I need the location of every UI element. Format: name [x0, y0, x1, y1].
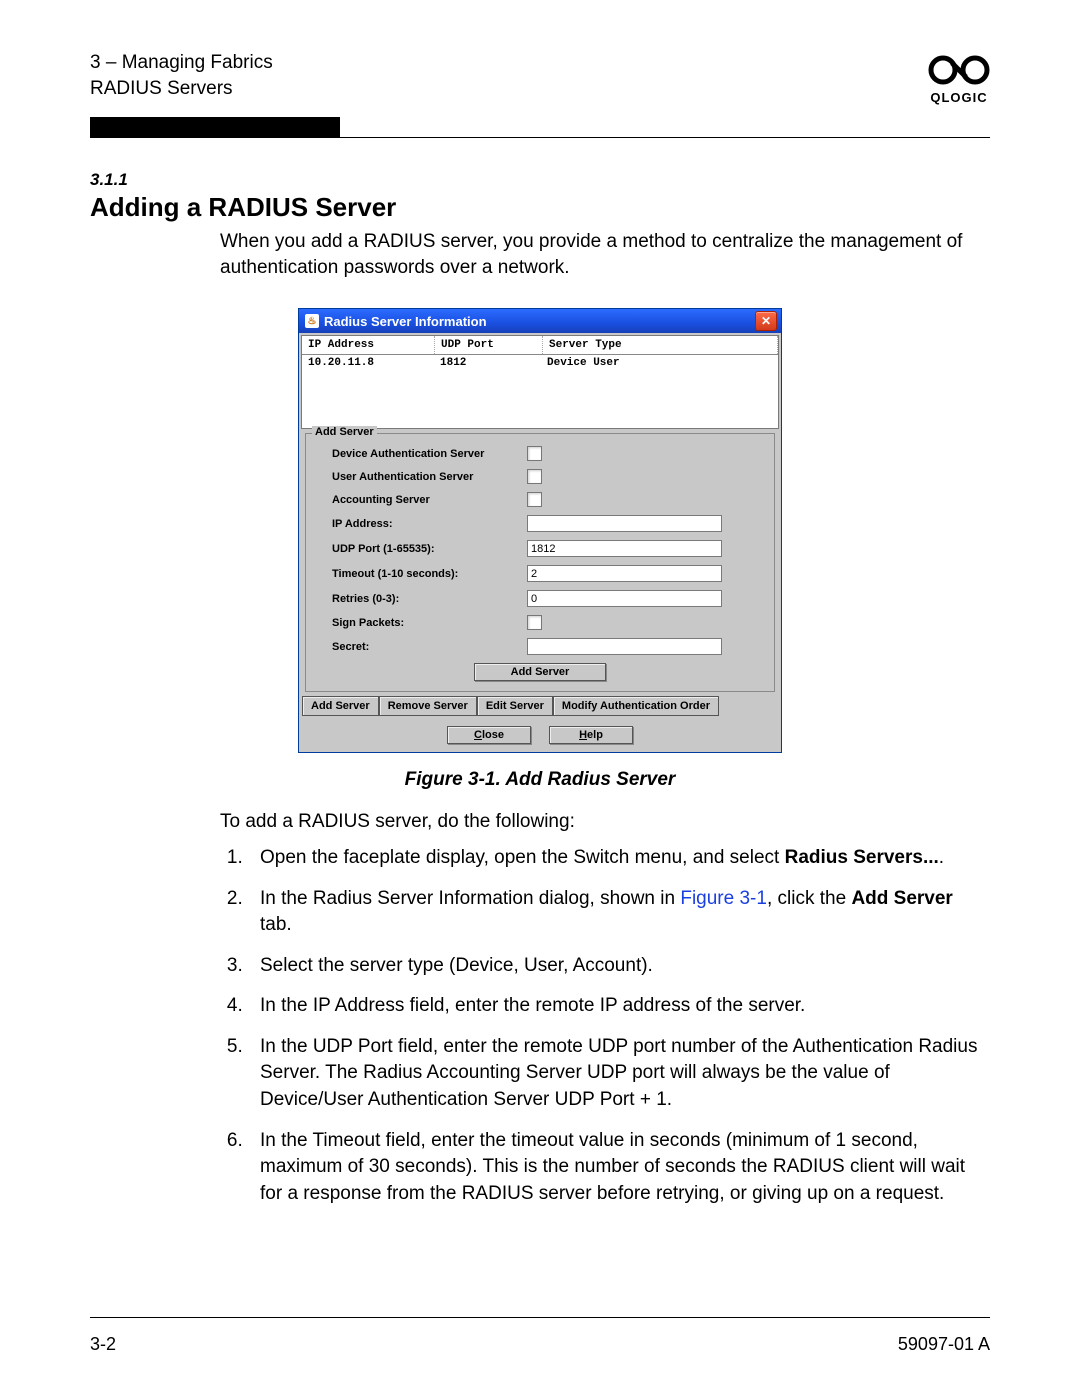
header-black-bar: [90, 117, 340, 137]
add-server-fieldset: Add Server Device Authentication Server …: [305, 433, 775, 692]
checkbox-user-auth[interactable]: [527, 469, 542, 484]
page-footer: 3-2 59097-01 A: [90, 1309, 990, 1355]
checkbox-accounting[interactable]: [527, 492, 542, 507]
section-number: 3.1.1: [90, 170, 990, 190]
label-accounting: Accounting Server: [332, 494, 527, 506]
java-icon: ♨: [305, 314, 319, 328]
intro-paragraph: When you add a RADIUS server, you provid…: [220, 229, 980, 280]
logo-text: QLOGIC: [928, 90, 990, 105]
tab-row: Add Server Remove Server Edit Server Mod…: [302, 696, 778, 716]
page-header: 3 – Managing Fabrics RADIUS Servers QLOG…: [90, 50, 990, 105]
label-device-auth: Device Authentication Server: [332, 448, 527, 460]
help-button[interactable]: Help: [549, 726, 633, 744]
checkbox-device-auth[interactable]: [527, 446, 542, 461]
step-3: Select the server type (Device, User, Ac…: [248, 953, 980, 980]
header-rule: [90, 137, 990, 138]
tab-modify-auth-order[interactable]: Modify Authentication Order: [553, 696, 719, 716]
tab-remove-server[interactable]: Remove Server: [379, 696, 477, 716]
figure-caption: Figure 3-1. Add Radius Server: [90, 769, 990, 791]
label-sign: Sign Packets:: [332, 617, 527, 629]
col-ip[interactable]: IP Address: [302, 336, 435, 354]
doc-id: 59097-01 A: [898, 1334, 990, 1355]
close-icon[interactable]: ✕: [755, 311, 777, 331]
qlogic-logo: QLOGIC: [928, 50, 990, 105]
add-server-button[interactable]: Add Server: [474, 663, 606, 681]
input-timeout[interactable]: [527, 565, 722, 582]
col-type[interactable]: Server Type: [543, 336, 778, 354]
dialog-titlebar[interactable]: ♨ Radius Server Information ✕: [299, 309, 781, 333]
input-ip[interactable]: [527, 515, 722, 532]
step-1: Open the faceplate display, open the Swi…: [248, 845, 980, 872]
server-table: IP Address UDP Port Server Type 10.20.11…: [301, 335, 779, 429]
cell-port: 1812: [434, 355, 541, 371]
tab-add-server[interactable]: Add Server: [302, 696, 379, 716]
input-retries[interactable]: [527, 590, 722, 607]
label-ip: IP Address:: [332, 518, 527, 530]
section-label: RADIUS Servers: [90, 76, 273, 102]
label-timeout: Timeout (1-10 seconds):: [332, 568, 527, 580]
step-2: In the Radius Server Information dialog,…: [248, 886, 980, 939]
input-secret[interactable]: [527, 638, 722, 655]
checkbox-sign[interactable]: [527, 615, 542, 630]
page-number: 3-2: [90, 1334, 116, 1355]
step-6: In the Timeout field, enter the timeout …: [248, 1128, 980, 1208]
close-button[interactable]: Close: [447, 726, 531, 744]
tab-edit-server[interactable]: Edit Server: [477, 696, 553, 716]
input-udp[interactable]: [527, 540, 722, 557]
chapter-label: 3 – Managing Fabrics: [90, 50, 273, 76]
col-port[interactable]: UDP Port: [435, 336, 543, 354]
steps-list: Open the faceplate display, open the Swi…: [220, 845, 980, 1208]
dialog-title: Radius Server Information: [324, 314, 487, 329]
fieldset-legend: Add Server: [312, 426, 377, 438]
section-title: Adding a RADIUS Server: [90, 192, 990, 223]
step-4: In the IP Address field, enter the remot…: [248, 993, 980, 1020]
lead-text: To add a RADIUS server, do the following…: [220, 809, 980, 835]
figure-link[interactable]: Figure 3-1: [680, 888, 767, 909]
cell-type: Device User: [541, 355, 778, 371]
step-5: In the UDP Port field, enter the remote …: [248, 1034, 980, 1114]
radius-dialog: ♨ Radius Server Information ✕ IP Address…: [298, 308, 782, 753]
table-row[interactable]: 10.20.11.8 1812 Device User: [302, 355, 778, 371]
label-secret: Secret:: [332, 641, 527, 653]
label-udp: UDP Port (1-65535):: [332, 543, 527, 555]
label-user-auth: User Authentication Server: [332, 471, 527, 483]
label-retries: Retries (0-3):: [332, 593, 527, 605]
cell-ip: 10.20.11.8: [302, 355, 434, 371]
